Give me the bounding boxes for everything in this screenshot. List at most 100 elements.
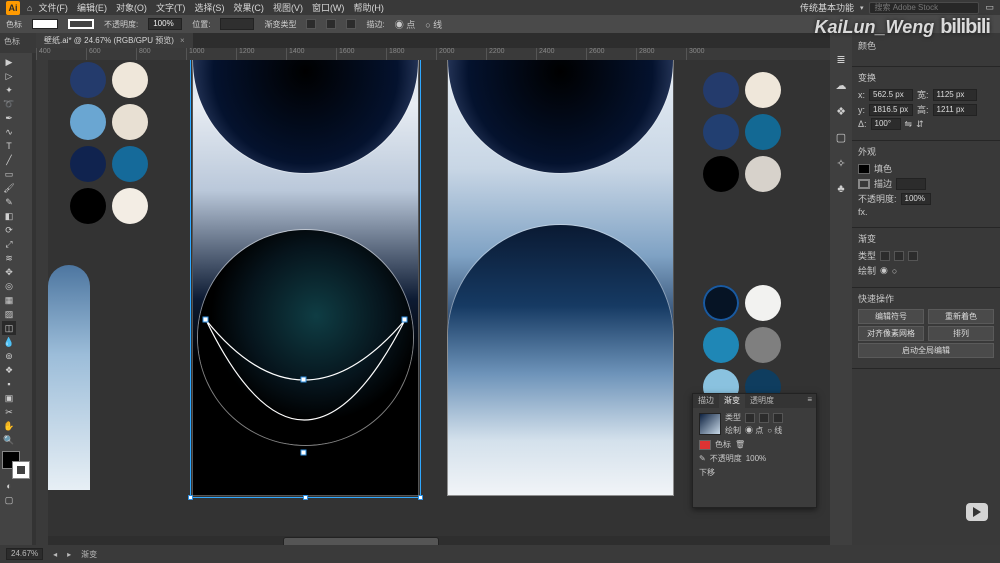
swatch[interactable] — [703, 114, 739, 150]
slice-tool-icon[interactable]: ✂ — [2, 405, 16, 419]
blend-tool-icon[interactable]: ⊚ — [2, 349, 16, 363]
swatch[interactable] — [112, 146, 148, 182]
panel-tab-gradient[interactable]: 渐变 — [719, 394, 745, 408]
swatch[interactable] — [703, 156, 739, 192]
rotate-tool-icon[interactable]: ⟳ — [2, 223, 16, 237]
menu-type[interactable]: 文字(T) — [153, 0, 189, 15]
ruler-horizontal[interactable]: 400600800 100012001400 160018002000 2200… — [36, 48, 830, 60]
appearance-fill-chip[interactable] — [858, 164, 870, 174]
libraries-panel-icon[interactable]: ☁ — [834, 79, 848, 93]
opt-radio-line-label[interactable]: ○ 线 — [425, 18, 442, 31]
video-play-overlay-icon[interactable] — [966, 503, 988, 521]
line-tool-icon[interactable]: ╱ — [2, 153, 16, 167]
transform-w-field[interactable]: 1125 px — [933, 89, 977, 101]
swatch[interactable] — [703, 72, 739, 108]
swatch[interactable] — [70, 104, 106, 140]
shaper-tool-icon[interactable]: ✎ — [2, 195, 16, 209]
panel-menu-icon[interactable]: ≡ — [803, 394, 816, 408]
free-transform-tool-icon[interactable]: ✥ — [2, 265, 16, 279]
transform-angle-field[interactable]: 100° — [871, 118, 901, 130]
gradient-tool-icon[interactable]: ◫ — [2, 321, 16, 335]
symbols-panel-icon[interactable]: ♣ — [834, 183, 848, 197]
panel-tab-stroke[interactable]: 描边 — [693, 394, 719, 408]
artboard-nav-next-icon[interactable]: ▸ — [67, 550, 71, 559]
swatch[interactable] — [745, 72, 781, 108]
fg-radial-icon[interactable] — [759, 413, 769, 423]
swatch[interactable] — [745, 327, 781, 363]
menu-object[interactable]: 对象(O) — [113, 0, 150, 15]
transform-y-field[interactable]: 1816.5 px — [869, 104, 913, 116]
chevron-down-icon[interactable]: ▾ — [860, 4, 864, 12]
selection-tool-icon[interactable]: ▶ — [2, 55, 16, 69]
workspace-switcher[interactable]: 传统基本功能 — [800, 1, 854, 14]
artboard-2[interactable] — [448, 60, 673, 495]
ruler-vertical[interactable] — [36, 60, 48, 545]
gradtype-radial-icon[interactable] — [326, 19, 336, 29]
width-tool-icon[interactable]: ≋ — [2, 251, 16, 265]
layers-panel-icon[interactable]: ❖ — [834, 105, 848, 119]
swatch[interactable] — [70, 146, 106, 182]
color-panel-tab[interactable]: 颜色 — [858, 39, 876, 52]
selected-path[interactable] — [203, 290, 408, 465]
qa-align-pixel-button[interactable]: 对齐像素网格 — [858, 326, 924, 341]
swatch[interactable] — [703, 327, 739, 363]
qa-arrange-button[interactable]: 排列 — [928, 326, 994, 341]
gradtype-radial-icon[interactable] — [894, 251, 904, 261]
screen-mode-icon[interactable]: ▢ — [2, 493, 16, 507]
opt-stroke-swatch[interactable] — [68, 19, 94, 29]
perspective-tool-icon[interactable]: ▦ — [2, 293, 16, 307]
swatch[interactable] — [112, 62, 148, 98]
artboard-tool-icon[interactable]: ▣ — [2, 391, 16, 405]
document-tab[interactable]: 壁纸.ai* @ 24.67% (RGB/GPU 预览) × — [36, 33, 193, 48]
transform-h-field[interactable]: 1211 px — [933, 104, 977, 116]
scale-tool-icon[interactable]: ⤢ — [2, 237, 16, 251]
qa-recolor-button[interactable]: 重新着色 — [928, 309, 994, 324]
transform-x-field[interactable]: 562.5 px — [869, 89, 913, 101]
swatch[interactable] — [703, 285, 739, 321]
fg-opacity-field[interactable]: 100% — [746, 454, 766, 463]
qa-global-edit-button[interactable]: 启动全局编辑 — [858, 343, 994, 358]
flip-h-icon[interactable]: ⇋ — [905, 119, 913, 130]
panel-tab-transparency[interactable]: 透明度 — [745, 394, 779, 408]
zoom-field[interactable]: 24.67% — [6, 548, 43, 560]
trash-icon[interactable]: 🗑 — [735, 440, 745, 449]
menu-edit[interactable]: 编辑(E) — [74, 0, 110, 15]
fill-stroke-control[interactable] — [2, 451, 30, 479]
symbol-tool-icon[interactable]: ❖ — [2, 363, 16, 377]
gradient-panel[interactable]: 描边 渐变 透明度 ≡ 类型 绘制 ◉ 点 ○ 线 — [692, 393, 817, 508]
mesh-tool-icon[interactable]: ▨ — [2, 307, 16, 321]
opt-location-field[interactable] — [220, 18, 254, 30]
swatch[interactable] — [70, 188, 106, 224]
hand-tool-icon[interactable]: ✋ — [2, 419, 16, 433]
swatch[interactable] — [70, 62, 106, 98]
gradient-radio-point[interactable]: ◉ — [880, 265, 888, 276]
direct-selection-tool-icon[interactable]: ▷ — [2, 69, 16, 83]
menu-view[interactable]: 视图(V) — [270, 0, 306, 15]
swatch[interactable] — [112, 188, 148, 224]
gradtype-linear-icon[interactable] — [880, 251, 890, 261]
menu-file[interactable]: 文件(F) — [35, 0, 71, 15]
menu-help[interactable]: 帮助(H) — [350, 0, 387, 15]
gradtype-freeform-icon[interactable] — [346, 19, 356, 29]
artboard-1[interactable] — [193, 60, 418, 495]
assets-panel-icon[interactable]: ✧ — [834, 157, 848, 171]
fg-radio-line[interactable]: ○ 线 — [767, 425, 782, 436]
artboard-nav-prev-icon[interactable]: ◂ — [53, 550, 57, 559]
swatch[interactable] — [112, 104, 148, 140]
swatch[interactable] — [745, 114, 781, 150]
pen-tool-icon[interactable]: ✒ — [2, 111, 16, 125]
menu-window[interactable]: 窗口(W) — [309, 0, 348, 15]
eraser-tool-icon[interactable]: ◧ — [2, 209, 16, 223]
artboards-panel-icon[interactable]: ▢ — [834, 131, 848, 145]
graph-tool-icon[interactable]: ▪ — [2, 377, 16, 391]
horizontal-scrollbar[interactable] — [48, 536, 830, 545]
artwork-bottom-arch[interactable] — [448, 225, 673, 495]
magic-wand-tool-icon[interactable]: ✦ — [2, 83, 16, 97]
gradient-radio-line[interactable]: ○ — [892, 266, 897, 276]
fg-freeform-icon[interactable] — [773, 413, 783, 423]
fg-stop-color[interactable] — [699, 440, 711, 450]
menu-select[interactable]: 选择(S) — [191, 0, 227, 15]
home-icon[interactable]: ⌂ — [27, 3, 32, 13]
menu-effect[interactable]: 效果(C) — [230, 0, 267, 15]
opt-fill-swatch[interactable] — [32, 19, 58, 29]
